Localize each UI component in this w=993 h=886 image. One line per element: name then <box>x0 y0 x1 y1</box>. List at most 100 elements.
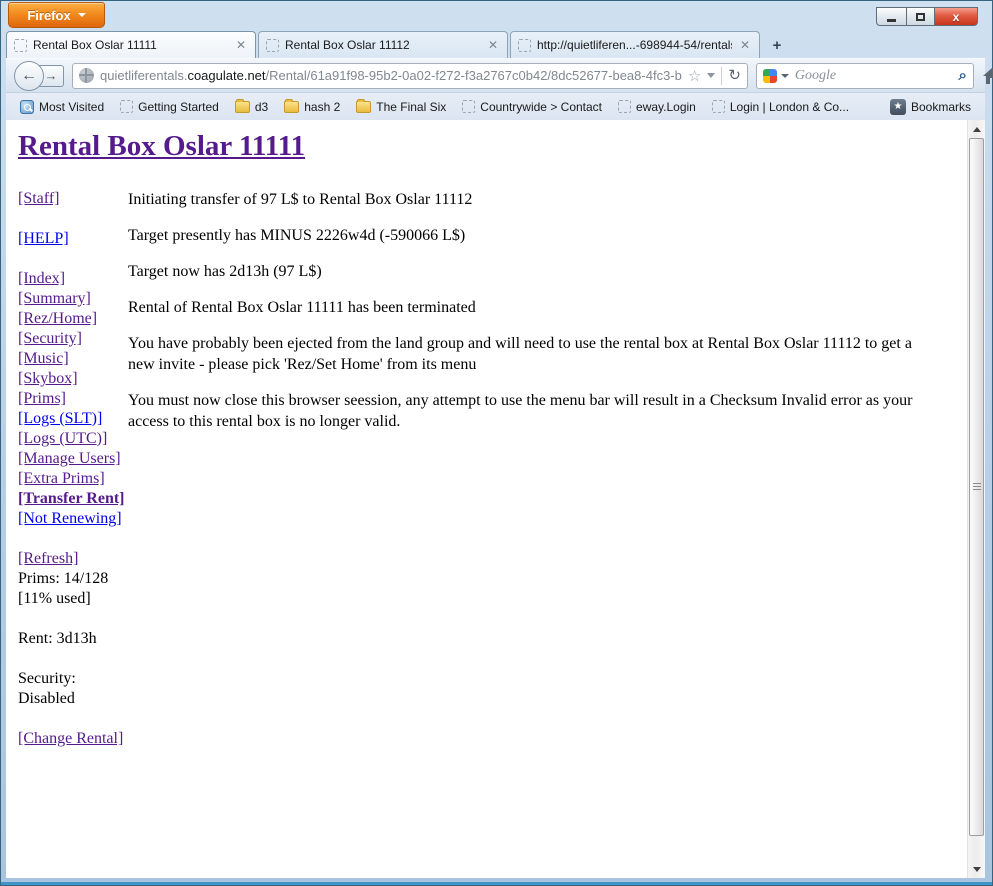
forward-arrow-icon: → <box>45 68 58 83</box>
close-button[interactable]: x <box>934 7 978 26</box>
blank-line <box>18 609 128 629</box>
bookmark-label: Getting Started <box>138 100 219 114</box>
favicon-placeholder-icon <box>618 100 631 113</box>
sidebar-link-extra-prims[interactable]: [Extra Prims] <box>18 470 105 487</box>
url-path: /Rental/61a91f98-95b2-0a02-f272-f3a2767c… <box>266 68 682 83</box>
status-message: Initiating transfer of 97 L$ to Rental B… <box>128 189 935 210</box>
maximize-button[interactable] <box>906 7 934 26</box>
url-bar[interactable]: quietliferentals.coagulate.net/Rental/61… <box>72 63 748 89</box>
tab-label: http://quietliferen...-698944-54/rentals <box>537 38 732 52</box>
favicon-placeholder-icon <box>266 39 279 52</box>
folder-icon <box>284 101 299 113</box>
vertical-scrollbar[interactable] <box>967 120 985 878</box>
new-tab-button[interactable]: + <box>764 35 790 56</box>
bookmark-folder-final-six[interactable]: The Final Six <box>350 97 452 117</box>
bookmark-eway-login[interactable]: eway.Login <box>612 97 702 117</box>
bookmark-folder-d3[interactable]: d3 <box>229 97 274 117</box>
sidebar-link-index[interactable]: [Index] <box>18 270 65 287</box>
sidebar-link-logs-utc[interactable]: [Logs (UTC)] <box>18 430 107 447</box>
back-arrow-icon: ← <box>21 67 37 85</box>
status-message: Target now has 2d13h (97 L$) <box>128 261 935 282</box>
firefox-menu-label: Firefox <box>27 8 70 23</box>
bookmark-star-icon[interactable]: ☆ <box>688 67 701 85</box>
bookmark-countrywide[interactable]: Countrywide > Contact <box>456 97 608 117</box>
maximize-icon <box>916 13 925 21</box>
search-engine-dropdown-icon[interactable] <box>781 74 789 78</box>
search-bar[interactable]: ⌕ <box>756 63 974 89</box>
sidebar-link-manage-users[interactable]: [Manage Users] <box>18 450 121 467</box>
search-input[interactable] <box>793 67 955 85</box>
bookmark-label: eway.Login <box>636 100 696 114</box>
sidebar-link-transfer-rent[interactable]: [Transfer Rent] <box>18 490 125 507</box>
google-icon <box>763 69 777 83</box>
status-message: You have probably been ejected from the … <box>128 333 935 375</box>
tab-close-icon[interactable]: ✕ <box>486 38 500 52</box>
url-domain: coagulate.net <box>187 68 265 83</box>
sidebar-link-rez-home[interactable]: [Rez/Home] <box>18 310 97 327</box>
bookmarks-menu-button[interactable]: ★ Bookmarks <box>884 96 977 118</box>
scroll-down-button[interactable] <box>968 860 985 878</box>
scrollbar-thumb[interactable] <box>969 138 984 836</box>
prims-count: Prims: 14/128 <box>18 569 128 589</box>
sidebar-link-skybox[interactable]: [Skybox] <box>18 370 78 387</box>
sidebar-link-summary[interactable]: [Summary] <box>18 290 91 307</box>
search-icon[interactable]: ⌕ <box>958 67 966 84</box>
favicon-placeholder-icon <box>712 100 725 113</box>
scroll-up-icon <box>973 127 981 132</box>
blank-line <box>18 709 128 729</box>
tab-rentals-url[interactable]: http://quietliferen...-698944-54/rentals… <box>510 31 760 58</box>
page-content: Rental Box Oslar 11111 [Staff] [HELP] [I… <box>6 120 985 878</box>
tab-close-icon[interactable]: ✕ <box>234 38 248 52</box>
blank-line <box>18 529 128 549</box>
scroll-up-button[interactable] <box>968 120 985 138</box>
minimize-button[interactable] <box>876 7 906 26</box>
title-bar: Firefox x <box>0 0 993 30</box>
navigation-bar: ← → quietliferentals.coagulate.net/Renta… <box>6 58 985 92</box>
scroll-down-icon <box>973 867 981 872</box>
sidebar-link-logs-slt[interactable]: [Logs (SLT)] <box>18 410 102 427</box>
bookmark-getting-started[interactable]: Getting Started <box>114 97 225 117</box>
bookmark-label: Login | London & Co... <box>730 100 849 114</box>
back-button[interactable]: ← <box>14 61 44 91</box>
globe-icon <box>79 68 94 83</box>
url-dropdown-icon[interactable] <box>707 73 715 78</box>
nav-arrows: ← → <box>14 61 64 91</box>
firefox-menu-button[interactable]: Firefox <box>8 2 105 28</box>
page-title: Rental Box Oslar 11111 <box>18 130 955 163</box>
tab-rental-box-11111[interactable]: Rental Box Oslar 11111 ✕ <box>6 31 256 58</box>
bookmark-most-visited[interactable]: Most Visited <box>14 97 110 117</box>
sidebar-link-music[interactable]: [Music] <box>18 350 69 367</box>
sidebar-link-staff[interactable]: [Staff] <box>18 190 59 207</box>
tab-close-icon[interactable]: ✕ <box>738 38 752 52</box>
bookmark-london[interactable]: Login | London & Co... <box>706 97 855 117</box>
reload-icon[interactable]: ↻ <box>728 68 741 83</box>
folder-icon <box>356 101 371 113</box>
sidebar-link-help[interactable]: [HELP] <box>18 230 69 247</box>
favicon-placeholder-icon <box>14 39 27 52</box>
bookmark-label: hash 2 <box>304 100 340 114</box>
browser-window: Firefox x Rental Box Oslar 11111 ✕ Renta… <box>0 0 993 886</box>
status-messages: Initiating transfer of 97 L$ to Rental B… <box>128 189 955 447</box>
sidebar-menu: [Staff] [HELP] [Index] [Summary] [Rez/Ho… <box>18 189 128 749</box>
home-icon <box>982 67 993 85</box>
sidebar-link-prims[interactable]: [Prims] <box>18 390 66 407</box>
most-visited-icon <box>20 100 34 114</box>
bookmark-label: Countrywide > Contact <box>480 100 602 114</box>
scrollbar-grip-icon <box>973 483 981 492</box>
bookmarks-button-label: Bookmarks <box>911 100 971 114</box>
bookmark-label: d3 <box>255 100 268 114</box>
sidebar-link-change-rental[interactable]: [Change Rental] <box>18 730 123 747</box>
bookmarks-star-icon: ★ <box>890 99 906 115</box>
status-message: Target presently has MINUS 2226w4d (-590… <box>128 225 935 246</box>
home-button[interactable] <box>982 67 993 85</box>
sidebar-link-not-renewing[interactable]: [Not Renewing] <box>18 510 122 527</box>
bookmark-folder-hash2[interactable]: hash 2 <box>278 97 346 117</box>
sidebar-link-security[interactable]: [Security] <box>18 330 82 347</box>
blank-line <box>18 649 128 669</box>
prims-used-percent: [11% used] <box>18 589 128 609</box>
tab-rental-box-11112[interactable]: Rental Box Oslar 11112 ✕ <box>258 31 508 58</box>
bookmarks-bar: Most Visited Getting Started d3 hash 2 T… <box>6 92 985 120</box>
tab-label: Rental Box Oslar 11112 <box>285 38 480 52</box>
blank-line <box>18 209 128 229</box>
sidebar-link-refresh[interactable]: [Refresh] <box>18 550 78 567</box>
